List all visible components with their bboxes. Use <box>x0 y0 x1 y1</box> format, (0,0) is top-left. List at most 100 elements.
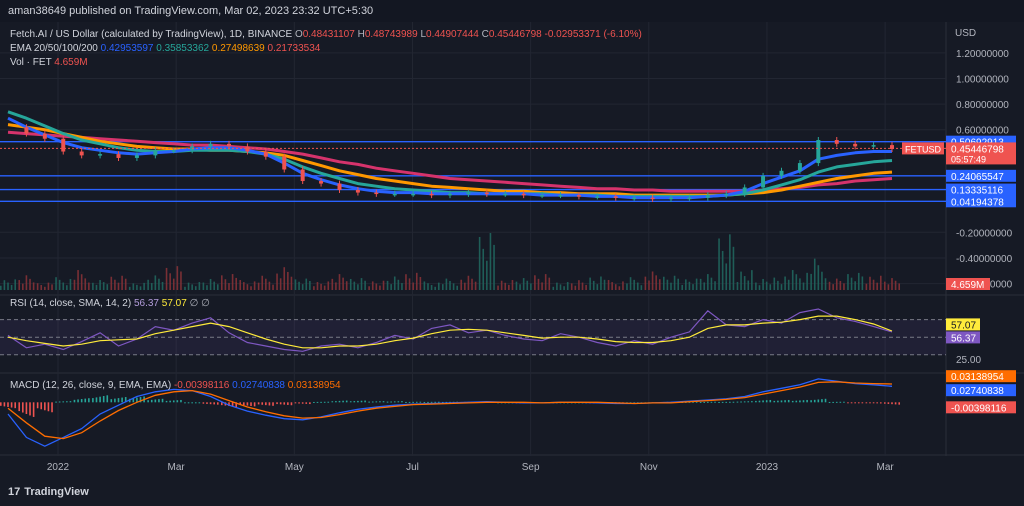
volume-bar <box>73 279 76 290</box>
ema100-value: 0.27498639 <box>211 43 265 54</box>
candle-body <box>79 151 84 156</box>
volume-bar <box>714 281 716 290</box>
rsi-value: 56.37 <box>133 298 159 309</box>
volume-bar <box>626 283 628 290</box>
candle-body <box>355 190 360 193</box>
macd-histogram-bar <box>279 402 282 405</box>
macd-histogram-bar <box>198 402 201 404</box>
volume-bar <box>198 282 201 290</box>
volume-bar <box>143 282 145 290</box>
volume-bar <box>644 276 647 290</box>
candle-body <box>779 170 784 176</box>
volume-bar <box>106 284 109 290</box>
volume-bar <box>364 280 366 290</box>
volume-bar <box>165 267 168 290</box>
macd-histogram-bar <box>272 402 274 406</box>
candle-body <box>337 183 342 190</box>
volume-bar <box>703 282 706 290</box>
chart-canvas[interactable]: 1.20000000 1.00000000 0.80000000 0.60000000… <box>0 22 1024 506</box>
macd-histogram-bar <box>216 402 219 405</box>
volume-bar <box>515 281 518 290</box>
macd-histogram-bar <box>51 402 53 413</box>
volume-bar <box>22 283 24 290</box>
candle-body <box>208 143 213 147</box>
macd-histogram-bar <box>40 402 43 410</box>
macd-histogram-bar <box>187 402 190 404</box>
volume-bar <box>541 282 543 290</box>
macd-histogram-bar <box>401 401 403 403</box>
volume-bar <box>95 284 98 290</box>
level-badge-label: 0.13335116 <box>951 186 1004 197</box>
macd-histogram-bar <box>736 401 739 403</box>
macd-histogram-bar <box>887 402 890 404</box>
volume-bar <box>566 282 569 290</box>
macd-histogram-bar <box>891 402 893 405</box>
volume-bar <box>349 278 352 290</box>
macd-histogram-bar <box>357 400 359 403</box>
candle-body <box>61 138 66 152</box>
volume-bar <box>773 277 776 290</box>
candle-body <box>429 193 434 196</box>
volume-bar <box>419 276 422 290</box>
volume-bar <box>817 265 820 290</box>
macd-histogram-bar <box>762 400 764 403</box>
volume-bar <box>147 279 149 290</box>
volume-bar <box>55 277 57 290</box>
symbol-legend: Fetch.AI / US Dollar (calculated by Trad… <box>10 29 642 40</box>
candle-body <box>484 192 489 195</box>
volume-bar <box>327 281 330 290</box>
candle-body <box>650 197 655 200</box>
volume-bar <box>393 276 396 290</box>
macd-histogram-bar <box>740 401 742 403</box>
macd-histogram-bar <box>32 402 35 417</box>
macd-histogram-bar <box>294 402 297 404</box>
volume-bar <box>246 284 249 290</box>
macd-histogram-bar <box>795 400 798 403</box>
volume-bar <box>578 280 580 290</box>
macd-histogram-bar <box>287 402 289 405</box>
volume-bar <box>486 260 488 290</box>
volume-bar <box>169 273 171 290</box>
tradingview-logo[interactable]: 17 TradingView <box>8 486 89 498</box>
macd-histogram-bar <box>84 398 87 403</box>
volume-bar <box>478 236 481 290</box>
volume-bar <box>666 279 669 290</box>
macd-histogram-bar <box>194 402 197 404</box>
candle-body <box>705 195 710 198</box>
volume-bar <box>861 276 864 290</box>
macd-histogram-bar <box>323 401 326 403</box>
macd-label: MACD (12, 26, close, 9, EMA, EMA) <box>10 380 172 391</box>
tv-logo-icon: 17 <box>8 486 21 498</box>
rsi-badge-label: 56.37 <box>951 333 976 344</box>
macd-histogram-bar <box>393 401 396 403</box>
volume-bar <box>508 284 510 290</box>
volume-bar <box>231 274 234 290</box>
volume-bar <box>813 258 816 290</box>
macd-histogram-bar <box>110 399 113 403</box>
volume-bar <box>62 282 65 290</box>
macd-histogram-bar <box>721 401 724 403</box>
macd-histogram-bar <box>743 401 746 403</box>
candle-body <box>761 175 766 188</box>
macd-histogram-bar <box>349 401 352 403</box>
macd-histogram-bar <box>427 401 429 403</box>
macd-histogram-bar <box>176 400 179 403</box>
volume-bar <box>751 270 753 290</box>
volume-bar <box>534 275 536 290</box>
volume-bar <box>872 279 875 290</box>
volume-bar <box>869 276 871 290</box>
volume-bar <box>442 284 444 290</box>
volume-bar <box>795 274 798 290</box>
macd-histogram-bar <box>769 399 772 403</box>
macd-histogram-bar <box>884 402 886 404</box>
candle-body <box>797 163 802 171</box>
macd-histogram-bar <box>7 402 9 407</box>
volume-bar <box>114 279 116 290</box>
macd-signal-value: 0.03138954 <box>287 380 341 391</box>
volume-bar <box>648 280 650 290</box>
macd-histogram-bar <box>290 402 293 406</box>
macd-histogram-bar <box>99 396 101 403</box>
candle-body <box>558 195 563 197</box>
macd-histogram-bar <box>172 400 175 403</box>
volume-bar <box>386 280 389 290</box>
